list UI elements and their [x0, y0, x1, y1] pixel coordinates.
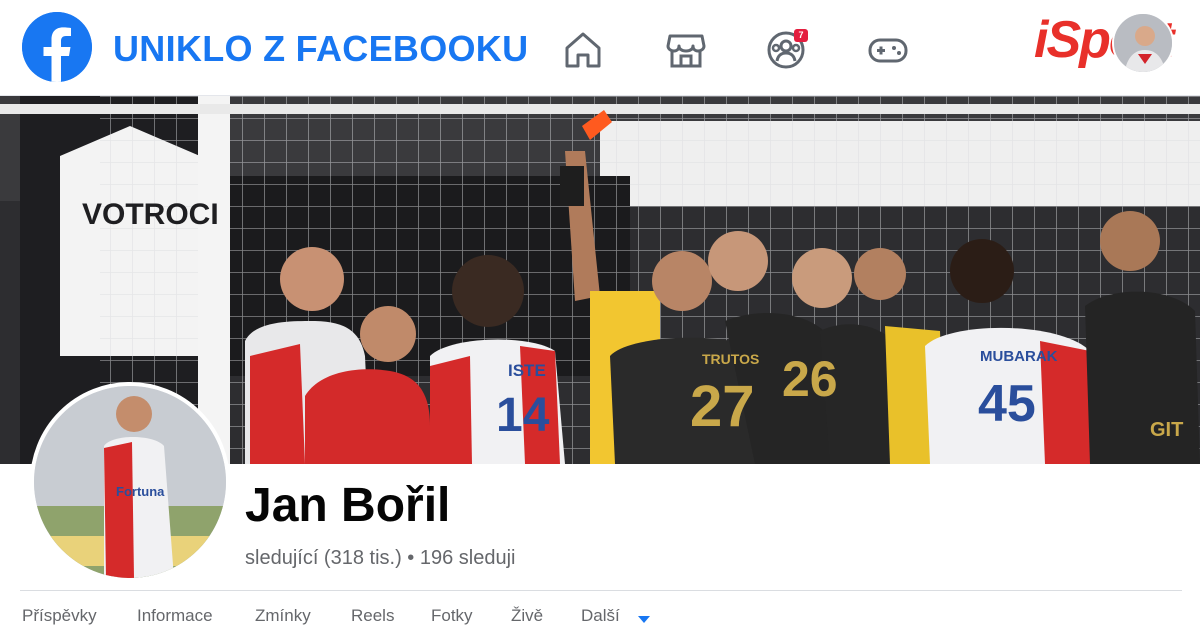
following-link[interactable]: 196 sleduji — [420, 547, 516, 569]
jersey-number-45: 45 — [978, 375, 1036, 433]
profile-name: Jan Bořil — [245, 479, 451, 532]
facebook-logo-icon[interactable] — [22, 12, 92, 82]
jersey-name-mubarak: MUBARAK — [980, 348, 1058, 365]
banner-text: VOTROCI — [82, 198, 219, 231]
svg-text:Fortuna: Fortuna — [116, 484, 165, 499]
profile-tabs: Příspěvky Informace Zmínky Reels Fotky Ž… — [0, 600, 1200, 630]
tab-live[interactable]: Živě — [511, 606, 543, 626]
page-title: UNIKLO Z FACEBOOKU — [113, 28, 529, 69]
notification-badge: 7 — [794, 29, 808, 42]
tab-photos[interactable]: Fotky — [431, 606, 473, 626]
jersey-number-26: 26 — [782, 351, 838, 407]
followers-link[interactable]: sledující (318 tis.) — [245, 547, 402, 569]
jersey-number-27: 27 — [690, 374, 755, 439]
tab-reels[interactable]: Reels — [351, 606, 394, 626]
sponsor-text: GIT — [1150, 419, 1183, 441]
profile-avatar[interactable]: Fortuna — [30, 382, 230, 582]
groups-icon[interactable]: 7 — [764, 28, 808, 72]
tab-more[interactable]: Další — [581, 606, 620, 626]
divider — [20, 590, 1182, 591]
jersey-name-trutos: TRUTOS — [702, 351, 759, 367]
marketplace-icon[interactable] — [664, 28, 708, 72]
jersey-name-iste: ISTE — [508, 361, 546, 380]
profile-meta: sledující (318 tis.) • 196 sleduji — [245, 547, 516, 570]
top-bar: UNIKLO Z FACEBOOKU 7 iSport — [0, 0, 1200, 96]
gaming-icon[interactable] — [866, 28, 910, 72]
tab-mentions[interactable]: Zmínky — [255, 606, 311, 626]
home-icon[interactable] — [561, 28, 605, 72]
chevron-down-icon[interactable] — [638, 616, 650, 623]
tab-posts[interactable]: Příspěvky — [22, 606, 97, 626]
tab-about[interactable]: Informace — [137, 606, 213, 626]
jersey-number-14: 14 — [496, 389, 550, 442]
account-avatar[interactable] — [1112, 12, 1174, 74]
meta-separator: • — [407, 547, 415, 569]
